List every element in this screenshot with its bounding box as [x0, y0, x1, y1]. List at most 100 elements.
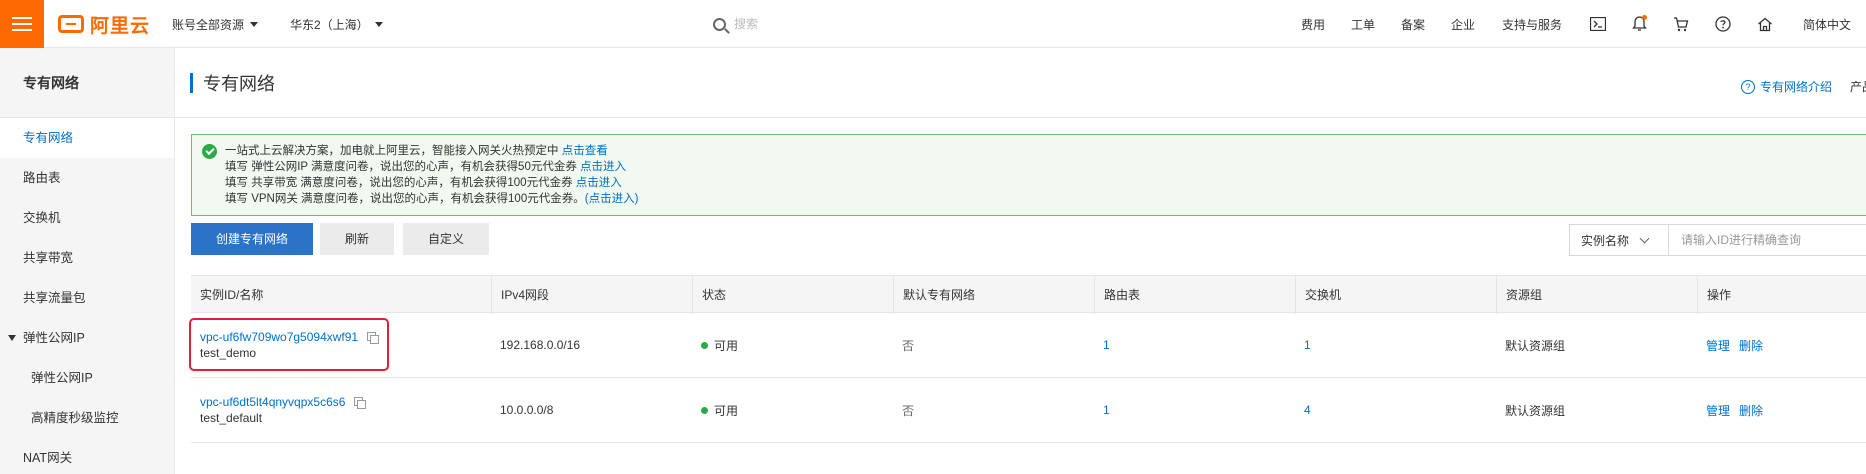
sidebar-item-shared-bandwidth[interactable]: 共享带宽: [0, 238, 174, 278]
sidebar-item-shared-traffic[interactable]: 共享流量包: [0, 278, 174, 318]
column-header: 状态: [692, 276, 893, 314]
filter-field-select[interactable]: 实例名称: [1569, 224, 1669, 256]
notice-link-bandwidth-survey[interactable]: 点击进入: [576, 177, 622, 189]
status-label: 可用: [714, 403, 739, 418]
bell-icon[interactable]: [1630, 15, 1648, 33]
table-row: vpc-uf6dt5lt4qnyvqpx5c6s6 test_default 1…: [191, 378, 1866, 443]
create-vpc-button[interactable]: 创建专有网络: [191, 223, 313, 255]
sidebar-item-label: 专有网络: [23, 131, 74, 145]
nav-link-enterprise[interactable]: 企业: [1451, 16, 1475, 33]
sidebar-item-label: 共享带宽: [23, 251, 74, 265]
vswitch-count-link[interactable]: 4: [1304, 403, 1311, 417]
cidr-cell: 192.168.0.0/16: [500, 338, 581, 352]
status-dot-icon: [701, 341, 708, 349]
manage-link[interactable]: 管理: [1706, 337, 1730, 354]
region-dropdown[interactable]: 华东2（上海）: [290, 16, 383, 33]
route-table-count-link[interactable]: 1: [1103, 403, 1110, 417]
sidebar-item-label: NAT网关: [23, 451, 73, 465]
expand-triangle-icon: [8, 335, 16, 341]
column-header: IPv4网段: [491, 276, 692, 314]
table-header: 实例ID/名称 IPv4网段 状态 默认专有网络 路由表 交换机 资源组 操作: [191, 275, 1866, 314]
hamburger-menu-icon[interactable]: [0, 0, 44, 48]
copy-icon[interactable]: [367, 331, 380, 344]
search-icon: [713, 17, 726, 31]
aliyun-logo-icon: [58, 15, 84, 33]
product-link[interactable]: 产品: [1850, 78, 1866, 95]
logo-text: 阿里云: [90, 15, 151, 37]
logo[interactable]: 阿里云: [58, 12, 151, 37]
vpc-intro-link[interactable]: ? 专有网络介绍: [1741, 78, 1832, 95]
sidebar-item-eip[interactable]: 弹性公网IP: [0, 358, 174, 398]
nav-link-tickets[interactable]: 工单: [1351, 16, 1375, 33]
filter-search-input[interactable]: [1669, 224, 1866, 256]
nav-link-icp[interactable]: 备案: [1401, 16, 1425, 33]
sidebar-item-label: 共享流量包: [23, 291, 86, 305]
status-cell: 可用: [692, 378, 738, 442]
top-bar: 阿里云 账号全部资源 华东2（上海） 费用 工单 备案 企业 支持与服务 简体中…: [0, 0, 1866, 48]
caret-down-icon: [374, 22, 383, 27]
cart-icon[interactable]: [1672, 15, 1690, 33]
vpc-id-link[interactable]: vpc-uf6fw709wo7g5094xwf91: [200, 330, 358, 344]
sidebar-title: 专有网络: [0, 48, 174, 118]
vpc-name: test_default: [200, 411, 263, 425]
column-header: 路由表: [1094, 276, 1295, 314]
vpc-id-link[interactable]: vpc-uf6dt5lt4qnyvqpx5c6s6: [200, 395, 345, 409]
actions-cell: 管理 删除: [1697, 378, 1772, 442]
resource-group-cell: 默认资源组: [1505, 403, 1566, 418]
route-table-count-link[interactable]: 1: [1103, 338, 1110, 352]
route-table-cell: 1: [1094, 313, 1110, 377]
home-icon[interactable]: [1756, 15, 1774, 33]
notice-link-vpn-survey[interactable]: (点击进入): [585, 193, 639, 205]
default-vpc-cell: 否: [902, 403, 915, 418]
terminal-icon[interactable]: [1589, 15, 1607, 33]
sidebar-item-label: 路由表: [23, 171, 61, 185]
notification-dot: [1642, 15, 1647, 20]
sidebar-item-vswitches[interactable]: 交换机: [0, 198, 174, 238]
divider: [175, 117, 1866, 118]
vswitch-count-link[interactable]: 1: [1304, 338, 1311, 352]
nav-link-support[interactable]: 支持与服务: [1502, 16, 1562, 33]
page-header: 专有网络: [190, 72, 275, 94]
sidebar-item-nat-gateway[interactable]: NAT网关: [0, 438, 174, 474]
customize-button[interactable]: 自定义: [403, 223, 489, 255]
sidebar-item-vpc[interactable]: 专有网络: [0, 118, 174, 158]
notice-text: 填写 VPN网关 满意度问卷，说出您的心声，有机会获得100元代金券。: [225, 193, 585, 205]
notice-link-eip-survey[interactable]: 点击进入: [580, 161, 626, 173]
notice-link-view[interactable]: 点击查看: [562, 145, 608, 157]
instance-id-cell: vpc-uf6dt5lt4qnyvqpx5c6s6 test_default: [191, 378, 491, 442]
delete-link[interactable]: 删除: [1739, 402, 1763, 419]
page-title: 专有网络: [203, 74, 275, 94]
success-check-icon: [202, 144, 217, 159]
nav-link-fees[interactable]: 费用: [1301, 16, 1325, 33]
column-header: 操作: [1697, 276, 1866, 314]
global-search[interactable]: [713, 13, 953, 35]
sidebar-item-high-precision-monitor[interactable]: 高精度秒级监控: [0, 398, 174, 438]
notice-text: 一站式上云解决方案，加电就上阿里云，智能接入网关火热预定中: [225, 145, 562, 157]
cidr-cell: 10.0.0.0/8: [500, 403, 554, 417]
notice-line: 填写 VPN网关 满意度问卷，说出您的心声，有机会获得100元代金券。(点击进入…: [225, 191, 1866, 207]
manage-link[interactable]: 管理: [1706, 402, 1730, 419]
sidebar-group-eip[interactable]: 弹性公网IP: [0, 318, 174, 358]
column-header: 资源组: [1496, 276, 1697, 314]
search-input[interactable]: [734, 17, 934, 31]
delete-link[interactable]: 删除: [1739, 337, 1763, 354]
copy-icon[interactable]: [354, 396, 367, 409]
vswitch-cell: 4: [1295, 378, 1311, 442]
vpc-table: 实例ID/名称 IPv4网段 状态 默认专有网络 路由表 交换机 资源组 操作 …: [191, 275, 1866, 443]
status-label: 可用: [714, 338, 739, 353]
vpc-name: test_demo: [200, 346, 257, 360]
vpc-intro-label: 专有网络介绍: [1760, 80, 1833, 94]
filter-field-label: 实例名称: [1581, 233, 1630, 248]
title-accent-bar: [190, 73, 193, 93]
notice-text: 填写 共享带宽 满意度问卷，说出您的心声，有机会获得100元代金券: [225, 177, 576, 189]
notice-banner: 一站式上云解决方案，加电就上阿里云，智能接入网关火热预定中 点击查看 填写 弹性…: [191, 134, 1866, 216]
sidebar-item-route-tables[interactable]: 路由表: [0, 158, 174, 198]
sidebar-item-label: 弹性公网IP: [31, 371, 93, 385]
help-icon[interactable]: [1714, 15, 1732, 33]
notice-line: 填写 共享带宽 满意度问卷，说出您的心声，有机会获得100元代金券 点击进入: [225, 175, 1866, 191]
account-scope-dropdown[interactable]: 账号全部资源: [172, 16, 259, 33]
refresh-button[interactable]: 刷新: [320, 223, 394, 255]
sidebar-item-label: 交换机: [23, 211, 61, 225]
language-switcher[interactable]: 简体中文: [1803, 16, 1851, 33]
account-scope-label: 账号全部资源: [172, 18, 245, 32]
